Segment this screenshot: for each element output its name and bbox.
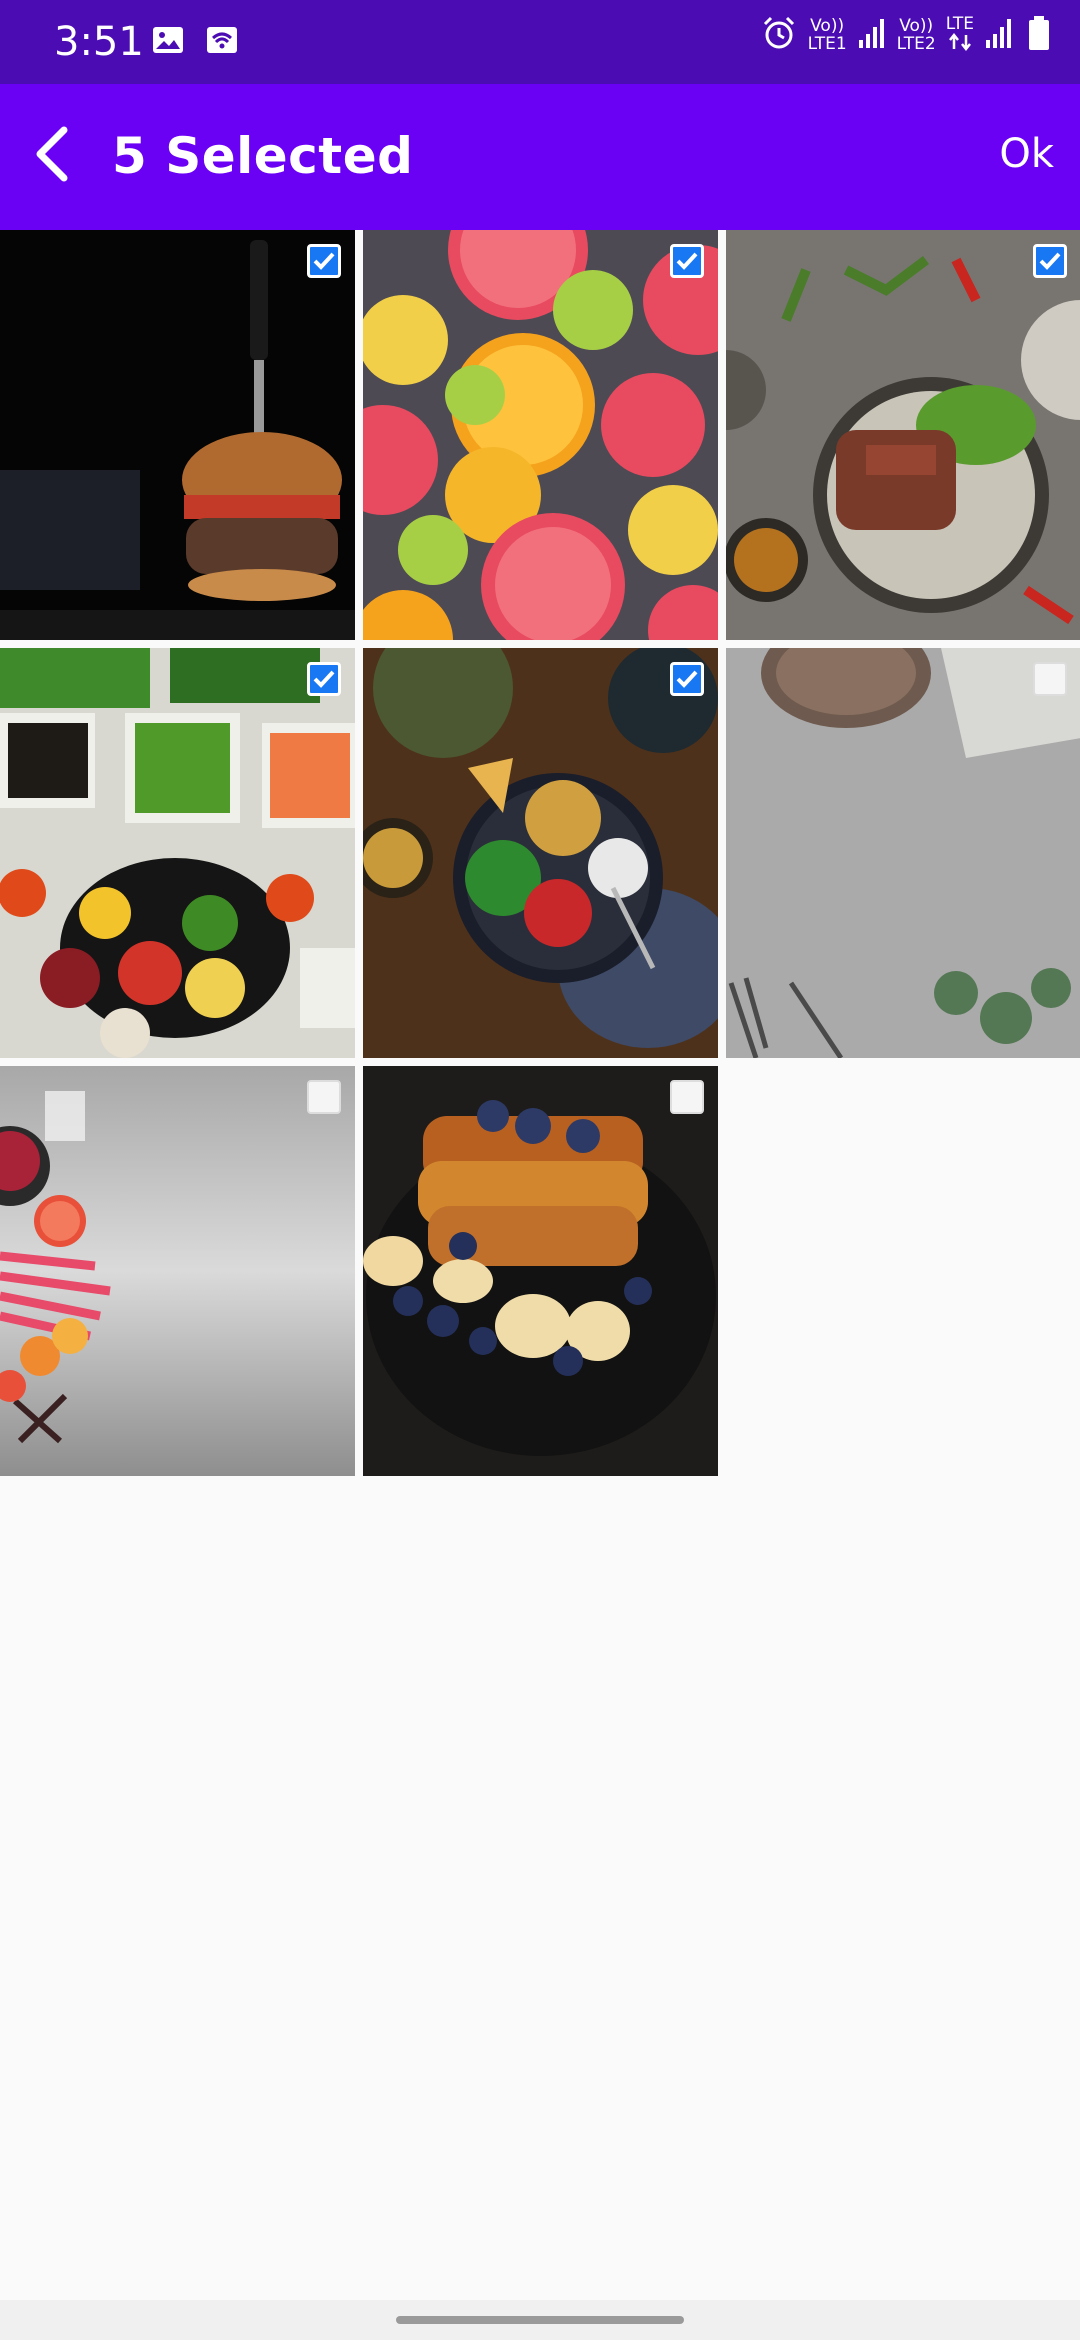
network-3-label: LTE bbox=[946, 15, 974, 55]
photo-tile-burger[interactable] bbox=[0, 230, 355, 640]
home-gesture-handle[interactable] bbox=[396, 2316, 684, 2324]
ok-button[interactable]: Ok bbox=[993, 126, 1060, 182]
network-2-bottom: LTE2 bbox=[896, 34, 936, 54]
page-title: 5 Selected bbox=[112, 127, 414, 185]
photo-tile-vegetables[interactable] bbox=[0, 648, 355, 1058]
status-right-icons: Vo)) LTE1 Vo)) LTE2 LTE bbox=[760, 14, 1054, 56]
network-3-top: LTE bbox=[945, 14, 974, 34]
image-icon bbox=[150, 22, 186, 62]
status-time: 3:51 bbox=[54, 19, 144, 65]
back-button[interactable] bbox=[20, 120, 84, 192]
select-checkbox[interactable] bbox=[670, 662, 704, 696]
chevron-left-icon bbox=[30, 124, 74, 188]
photo-tile-bowl[interactable] bbox=[363, 648, 718, 1058]
app-toolbar: 5 Selected Ok bbox=[0, 84, 1080, 230]
steak-photo bbox=[726, 230, 1080, 640]
status-left-icons bbox=[150, 22, 240, 62]
select-checkbox[interactable] bbox=[1033, 662, 1067, 696]
citrus-photo bbox=[363, 230, 718, 640]
network-1-label: Vo)) LTE1 bbox=[808, 17, 847, 53]
network-2-label: Vo)) LTE2 bbox=[897, 17, 936, 53]
network-1-top: Vo)) bbox=[810, 16, 845, 36]
photo-tile-fruit-corner[interactable] bbox=[0, 1066, 355, 1476]
select-checkbox[interactable] bbox=[670, 1080, 704, 1114]
battery-icon bbox=[1024, 14, 1054, 56]
signal-icon bbox=[857, 16, 887, 54]
photo-tile-french-toast[interactable] bbox=[363, 1066, 718, 1476]
select-checkbox[interactable] bbox=[1033, 244, 1067, 278]
network-1-bottom: LTE1 bbox=[807, 34, 847, 54]
fruit-corner-photo bbox=[0, 1066, 355, 1476]
select-checkbox[interactable] bbox=[670, 244, 704, 278]
status-bar: 3:51 Vo)) LTE1 Vo)) LTE2 LTE bbox=[0, 0, 1080, 84]
burger-photo bbox=[0, 230, 355, 640]
wifi-icon bbox=[204, 22, 240, 62]
network-2-top: Vo)) bbox=[899, 16, 934, 36]
french-toast-photo bbox=[363, 1066, 718, 1476]
signal-icon bbox=[984, 16, 1014, 54]
chickpea-bowl-photo bbox=[363, 648, 718, 1058]
select-checkbox[interactable] bbox=[307, 244, 341, 278]
photo-tile-citrus[interactable] bbox=[363, 230, 718, 640]
alarm-icon bbox=[760, 14, 798, 56]
navigation-bar bbox=[0, 2300, 1080, 2340]
select-checkbox[interactable] bbox=[307, 1080, 341, 1114]
select-checkbox[interactable] bbox=[307, 662, 341, 696]
photo-tile-table[interactable] bbox=[726, 648, 1080, 1058]
photo-tile-steak[interactable] bbox=[726, 230, 1080, 640]
empty-plate-table-photo bbox=[726, 648, 1080, 1058]
vegetable-platter-photo bbox=[0, 648, 355, 1058]
data-arrows-icon bbox=[946, 32, 974, 55]
